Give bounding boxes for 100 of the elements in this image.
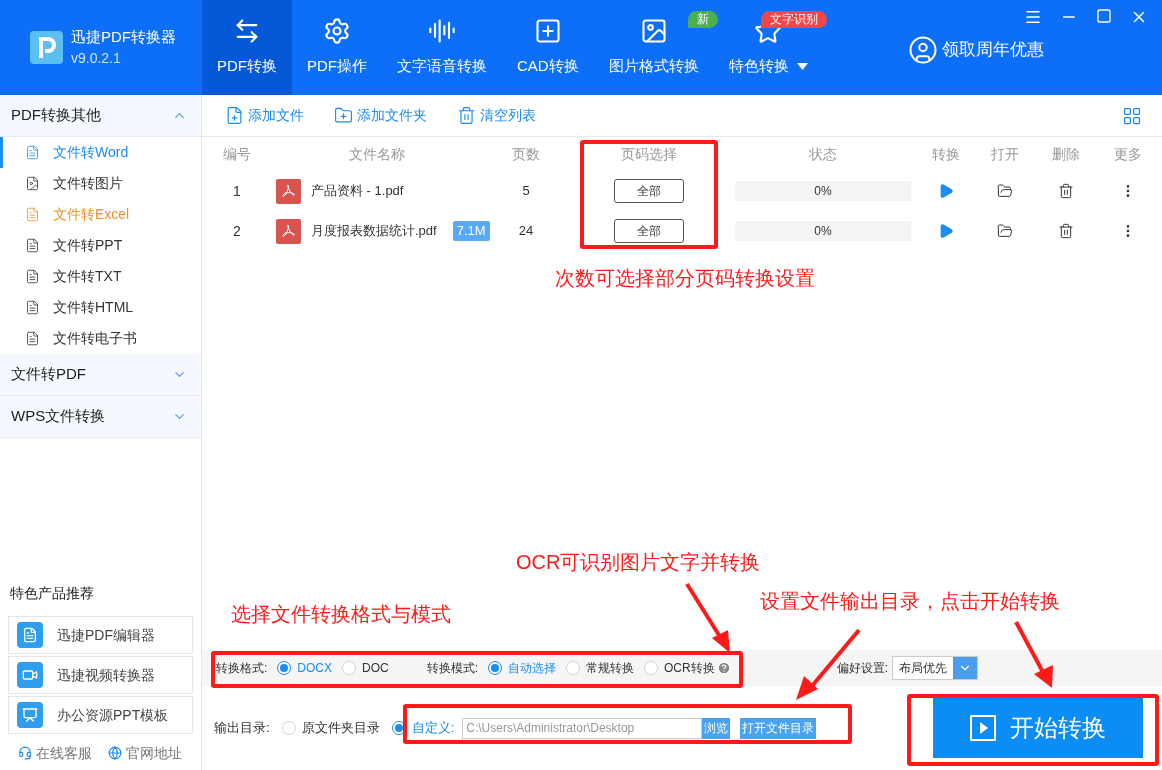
nav-tab-icon — [323, 17, 351, 46]
help-icon[interactable] — [716, 661, 731, 675]
file-type-icon — [25, 207, 40, 222]
add-file-icon — [225, 106, 244, 125]
output-path-field[interactable]: C:\Users\Administrator\Desktop — [462, 717, 703, 739]
globe-icon — [108, 746, 122, 760]
sidebar-group-header[interactable]: 文件转PDF — [0, 354, 201, 396]
product-card[interactable]: 迅捷PDF编辑器 — [8, 616, 193, 654]
sidebar-group-header[interactable]: WPS文件转换 — [0, 396, 201, 438]
annotation-arrow — [1014, 621, 1053, 688]
page-range-button[interactable]: 全部 — [614, 179, 684, 203]
play-icon[interactable] — [938, 223, 954, 239]
column-header: 转换 — [931, 144, 961, 164]
option-label: DOC — [362, 660, 389, 677]
file-size-badge: 7.1M — [452, 221, 490, 241]
tab-badge: 文字识别 — [760, 11, 827, 28]
annotation-text: 次数可选择部分页码转换设置 — [555, 266, 815, 291]
sidebar-item[interactable]: 文件转Excel — [0, 199, 201, 230]
maximize-icon[interactable] — [1096, 8, 1112, 24]
app-name: 迅捷PDF转换器 — [71, 26, 176, 47]
pdf-file-icon — [276, 218, 301, 244]
browse-button[interactable]: 浏览 — [702, 717, 731, 739]
field-label: 转换格式: — [216, 660, 268, 677]
annotation-arrow — [685, 582, 730, 653]
user-icon — [907, 34, 938, 65]
grid-view-icon[interactable] — [1122, 105, 1142, 126]
toolbar-button[interactable]: 清空列表 — [457, 105, 536, 126]
table-cell-text: 2 — [232, 221, 242, 241]
progress-reading: 0% — [814, 183, 832, 200]
add-folder-icon — [334, 106, 353, 125]
column-header: 删除 — [1051, 144, 1081, 164]
file-type-icon — [25, 145, 40, 160]
file-type-icon — [25, 269, 40, 284]
column-header: 页数 — [511, 144, 541, 164]
nav-tab[interactable]: CAD转换 — [502, 0, 594, 95]
toolbar-button[interactable]: 添加文件 — [225, 105, 304, 126]
column-header: 编号 — [222, 144, 252, 164]
sidebar-item[interactable]: 文件转Word — [0, 137, 201, 168]
column-header: 打开 — [990, 144, 1020, 164]
file-name: 月度报表数据统计.pdf — [311, 222, 437, 241]
product-icon — [17, 702, 43, 728]
option-label: 原文件夹目录 — [301, 719, 380, 738]
field-label: 转换模式: — [426, 660, 479, 677]
table-cell-text: 24 — [517, 222, 535, 241]
play-icon[interactable] — [938, 183, 954, 199]
start-convert-button[interactable]: 开始转换 — [933, 698, 1143, 758]
file-type-icon — [25, 300, 40, 315]
delete-icon[interactable] — [1058, 223, 1074, 239]
option-label: 自动选择 — [508, 660, 557, 677]
product-card[interactable]: 迅捷视频转换器 — [8, 656, 193, 694]
field-label: 偏好设置: — [836, 660, 889, 677]
sidebar-item[interactable]: 文件转HTML — [0, 292, 201, 323]
folder-icon[interactable] — [997, 183, 1013, 199]
annotation-text: 选择文件转换格式与模式 — [231, 602, 451, 627]
nav-tab[interactable]: PDF操作 — [292, 0, 382, 95]
file-type-icon — [25, 238, 40, 253]
app-version: v9.0.2.1 — [71, 49, 122, 69]
table-cell-text: 5 — [521, 182, 531, 201]
nav-tab[interactable]: PDF转换 — [202, 0, 292, 95]
footer-link[interactable]: 在线客服 — [18, 742, 92, 764]
sidebar-item[interactable]: 文件转电子书 — [0, 323, 201, 354]
toolbar-button[interactable]: 添加文件夹 — [334, 105, 427, 126]
page-range-button[interactable]: 全部 — [614, 219, 684, 243]
option-label: 自定义: — [411, 719, 455, 738]
column-header: 状态 — [808, 144, 838, 164]
file-name: 产品资料 - 1.pdf — [311, 182, 404, 201]
menu-icon[interactable] — [1024, 8, 1042, 26]
annotation-text: OCR可识别图片文字并转换 — [516, 550, 761, 575]
sidebar-item[interactable]: 文件转PPT — [0, 230, 201, 261]
nav-tab-icon — [639, 17, 668, 46]
product-card[interactable]: 办公资源PPT模板 — [8, 696, 193, 734]
sidebar-group-header[interactable]: PDF转换其他 — [0, 95, 201, 137]
file-type-icon — [25, 176, 40, 191]
column-header: 更多 — [1113, 144, 1143, 164]
folder-icon[interactable] — [997, 223, 1013, 239]
table-cell-text: 1 — [232, 181, 242, 201]
open-folder-button[interactable]: 打开文件目录 — [740, 717, 817, 739]
option-label: DOCX — [297, 660, 332, 677]
delete-icon[interactable] — [1058, 183, 1074, 199]
product-icon — [17, 622, 43, 648]
tab-badge: 新 — [687, 11, 718, 28]
promo-link[interactable]: 领取周年优惠 — [907, 4, 1044, 95]
footer-link[interactable]: 官网地址 — [108, 742, 182, 764]
field-label: 输出目录: — [214, 719, 270, 738]
product-icon — [17, 662, 43, 688]
file-type-icon — [25, 331, 40, 346]
headset-icon — [18, 746, 32, 760]
annotation-arrow — [796, 628, 861, 700]
section-title: 特色产品推荐 — [9, 584, 95, 603]
preference-dropdown[interactable]: 布局优先 — [892, 656, 979, 680]
trash-icon — [457, 106, 476, 125]
sidebar-item[interactable]: 文件转TXT — [0, 261, 201, 292]
play-icon — [970, 715, 996, 741]
sidebar-item[interactable]: 文件转图片 — [0, 168, 201, 199]
annotation-text: 设置文件输出目录，点击开始转换 — [760, 589, 1060, 614]
option-label: 常规转换 — [586, 660, 635, 677]
pdf-file-icon — [276, 178, 301, 204]
progress-reading: 0% — [814, 223, 832, 240]
nav-tab-icon — [533, 17, 562, 46]
nav-tab[interactable]: 文字语音转换 — [382, 0, 502, 95]
